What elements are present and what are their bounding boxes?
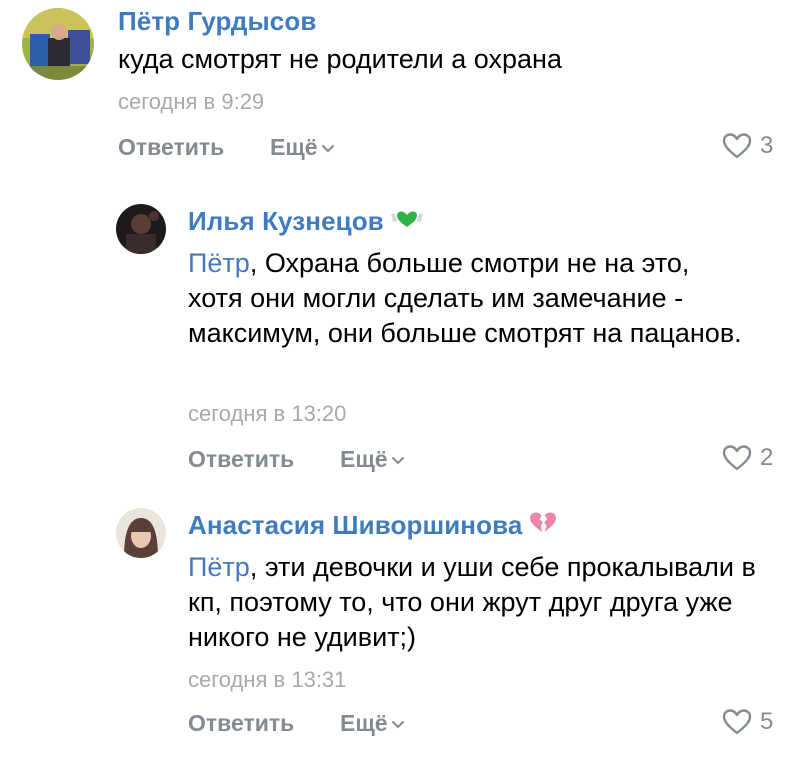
avatar[interactable] [116, 508, 166, 558]
reply-button[interactable]: Ответить [188, 710, 294, 737]
heart-icon [722, 709, 752, 735]
like-button[interactable]: 5 [722, 708, 773, 736]
avatar-image [116, 508, 166, 558]
chevron-down-icon [391, 708, 405, 735]
author-name-label[interactable]: Анастасия Шиворшинова [188, 510, 522, 540]
mention-link[interactable]: Пётр [188, 552, 250, 582]
broken-heart-icon [528, 510, 558, 541]
comment-item: Анастасия Шиворшинова Пётр, эти девочки … [0, 0, 800, 761]
comment-text: Пётр, эти девочки и уши себе прокалывали… [188, 550, 788, 655]
comment-text-content: , эти девочки и уши себе прокалывали в к… [188, 552, 756, 652]
more-button-label: Ещё [340, 710, 388, 736]
like-count: 5 [760, 708, 774, 735]
more-button[interactable]: Ещё [340, 710, 405, 737]
author-name[interactable]: Анастасия Шиворшинова [188, 510, 558, 543]
comment-timestamp[interactable]: сегодня в 13:31 [188, 667, 346, 693]
